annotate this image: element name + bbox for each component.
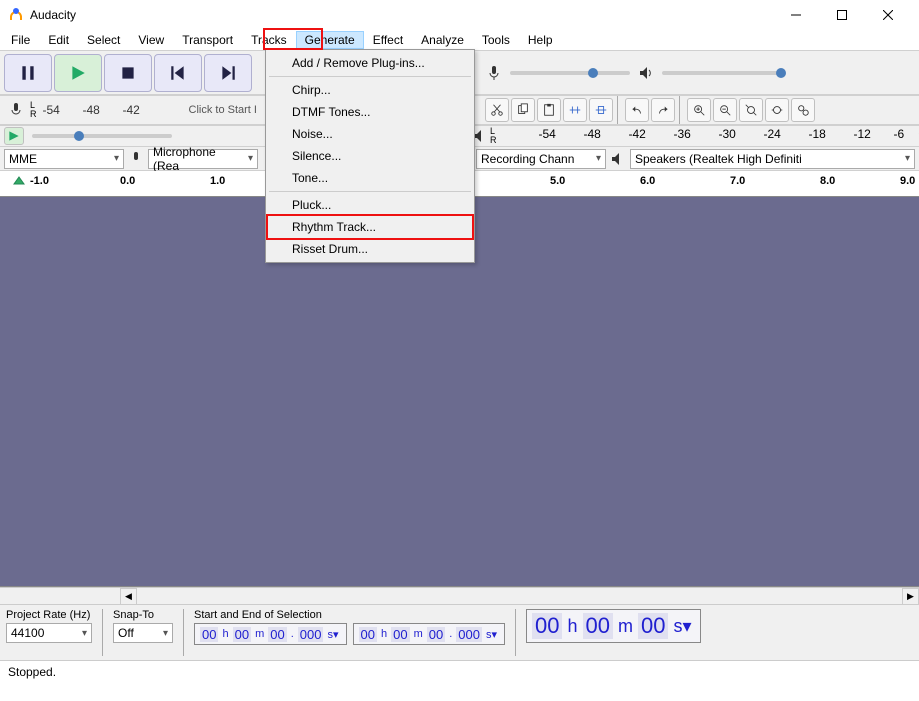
- rec-device-select[interactable]: Microphone (Rea: [148, 149, 258, 169]
- scroll-left-button[interactable]: ◀: [120, 588, 137, 605]
- play-speed-slider[interactable]: [26, 134, 178, 138]
- zoom-in-button[interactable]: [687, 98, 711, 122]
- menu-select[interactable]: Select: [78, 31, 129, 49]
- lr-label: LR: [30, 101, 37, 119]
- pin-icon[interactable]: [12, 175, 26, 192]
- snap-label: Snap-To: [113, 609, 173, 621]
- play-device-select[interactable]: Speakers (Realtek High Definiti: [630, 149, 915, 169]
- audio-host-select[interactable]: MME: [4, 149, 124, 169]
- copy-button[interactable]: [511, 98, 535, 122]
- menuitem-chirp[interactable]: Chirp...: [268, 79, 472, 101]
- rec-volume-slider[interactable]: [504, 71, 636, 75]
- trim-button[interactable]: [563, 98, 587, 122]
- highlight-rhythm-track: Rhythm Track...: [266, 214, 474, 240]
- menu-transport[interactable]: Transport: [173, 31, 242, 49]
- menu-analyze[interactable]: Analyze: [412, 31, 473, 49]
- menuitem-risset-drum[interactable]: Risset Drum...: [268, 238, 472, 260]
- skip-end-button[interactable]: [204, 54, 252, 92]
- selection-toolbar: Project Rate (Hz) 44100 Snap-To Off Star…: [0, 604, 919, 660]
- fit-selection-button[interactable]: [739, 98, 763, 122]
- selection-range-label: Start and End of Selection: [194, 609, 505, 621]
- close-button[interactable]: [865, 0, 911, 30]
- play-at-speed-button[interactable]: [4, 127, 24, 145]
- speaker-icon: [638, 65, 654, 81]
- menu-edit[interactable]: Edit: [39, 31, 78, 49]
- status-text: Stopped.: [8, 665, 56, 679]
- titlebar: Audacity: [0, 0, 919, 30]
- app-title: Audacity: [30, 8, 773, 22]
- menuitem-noise[interactable]: Noise...: [268, 123, 472, 145]
- menuitem-add-remove-plug-ins[interactable]: Add / Remove Plug-ins...: [268, 52, 472, 74]
- menubar: File Edit Select View Transport Tracks G…: [0, 30, 919, 50]
- silence-button[interactable]: [589, 98, 613, 122]
- menuitem-pluck[interactable]: Pluck...: [268, 194, 472, 216]
- mic-icon: [486, 65, 502, 81]
- project-rate-label: Project Rate (Hz): [6, 609, 92, 621]
- selection-end-time[interactable]: 00h 00m 00. 000s▾: [353, 623, 506, 645]
- pause-button[interactable]: [4, 54, 52, 92]
- menu-view[interactable]: View: [129, 31, 173, 49]
- play-volume-slider[interactable]: [656, 71, 788, 75]
- status-bar: Stopped.: [0, 660, 919, 682]
- menuitem-tone[interactable]: Tone...: [268, 167, 472, 189]
- snap-select[interactable]: Off: [113, 623, 173, 643]
- menuitem-rhythm-track[interactable]: Rhythm Track...: [268, 216, 472, 238]
- rec-meter-hint: Click to Start I: [189, 104, 257, 116]
- undo-button[interactable]: [625, 98, 649, 122]
- speaker-device-icon: [610, 151, 626, 167]
- fit-project-button[interactable]: [765, 98, 789, 122]
- generate-dropdown: Add / Remove Plug-ins... Chirp...DTMF Ton…: [265, 49, 475, 263]
- stop-button[interactable]: [104, 54, 152, 92]
- menu-file[interactable]: File: [2, 31, 39, 49]
- app-icon: [8, 7, 24, 23]
- menu-tracks[interactable]: Tracks: [242, 31, 296, 49]
- menuitem-dtmf-tones[interactable]: DTMF Tones...: [268, 101, 472, 123]
- menu-help[interactable]: Help: [519, 31, 562, 49]
- zoom-out-button[interactable]: [713, 98, 737, 122]
- h-scrollbar[interactable]: ◀ ▶: [0, 587, 919, 604]
- menu-generate[interactable]: Generate: [296, 31, 364, 49]
- skip-start-button[interactable]: [154, 54, 202, 92]
- zoom-toggle-button[interactable]: [791, 98, 815, 122]
- maximize-button[interactable]: [819, 0, 865, 30]
- rec-meter[interactable]: LR -54 -48 -42 Click to Start I: [4, 101, 261, 119]
- menu-effect[interactable]: Effect: [364, 31, 412, 49]
- redo-button[interactable]: [651, 98, 675, 122]
- menu-tools[interactable]: Tools: [473, 31, 519, 49]
- minimize-button[interactable]: [773, 0, 819, 30]
- play-button[interactable]: [54, 54, 102, 92]
- paste-button[interactable]: [537, 98, 561, 122]
- selection-start-time[interactable]: 00h 00m 00. 000s▾: [194, 623, 347, 645]
- cut-button[interactable]: [485, 98, 509, 122]
- mic-meter-icon: [8, 102, 24, 118]
- rec-channels-select[interactable]: Recording Chann: [476, 149, 606, 169]
- menuitem-silence[interactable]: Silence...: [268, 145, 472, 167]
- audio-position-time[interactable]: 00h 00m 00s▾: [526, 609, 701, 643]
- project-rate-select[interactable]: 44100: [6, 623, 92, 643]
- mic-device-icon: [128, 151, 144, 167]
- scroll-right-button[interactable]: ▶: [902, 588, 919, 605]
